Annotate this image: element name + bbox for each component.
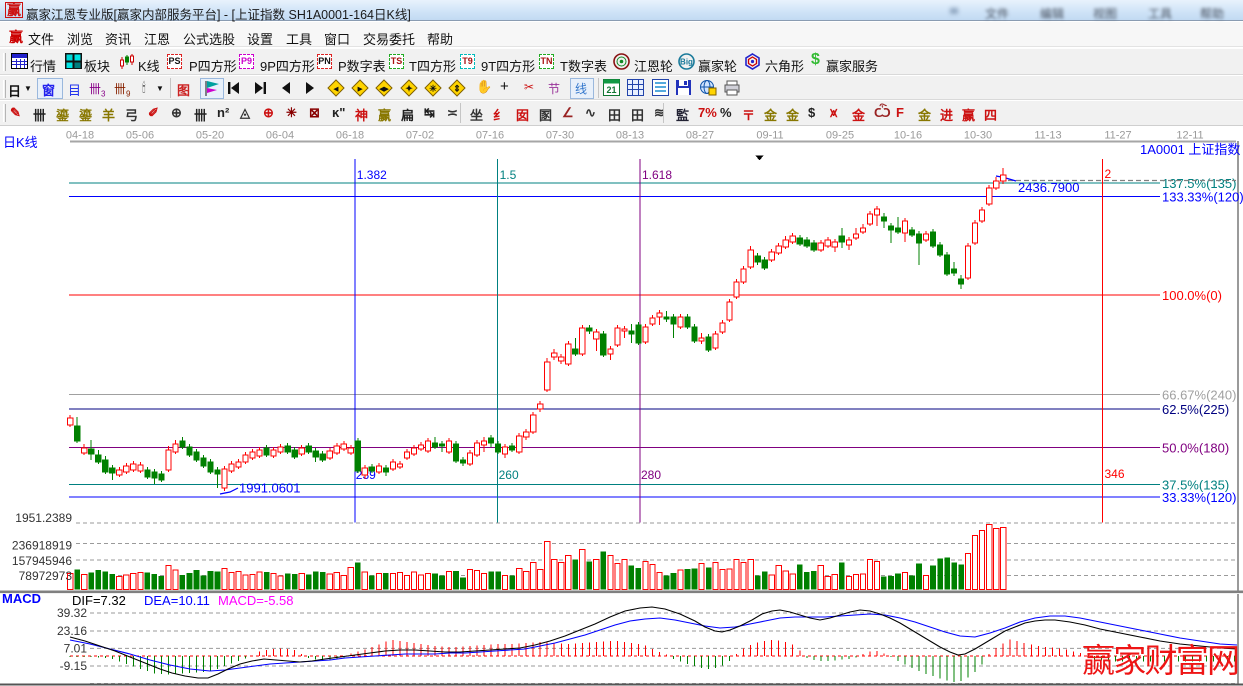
svg-text:1951.2389: 1951.2389	[15, 511, 72, 525]
svg-text:日K线: 日K线	[3, 135, 38, 150]
svg-text:MACD=-5.58: MACD=-5.58	[218, 593, 294, 608]
svg-text:06-18: 06-18	[336, 130, 364, 142]
svg-text:◂▸: ◂▸	[378, 84, 389, 94]
svg-text:100.0%(0): 100.0%(0)	[1162, 288, 1222, 303]
svg-text:07-02: 07-02	[406, 130, 434, 142]
svg-text:10-30: 10-30	[964, 130, 992, 142]
svg-text:05-20: 05-20	[196, 130, 224, 142]
svg-text:2: 2	[1105, 167, 1112, 181]
svg-text:50.0%(180): 50.0%(180)	[1162, 440, 1229, 455]
svg-text:280: 280	[641, 468, 661, 482]
svg-text:11-27: 11-27	[1104, 130, 1131, 142]
svg-text:Big: Big	[680, 58, 693, 67]
svg-text:21: 21	[606, 85, 616, 95]
svg-text:DEA=10.11: DEA=10.11	[144, 593, 210, 608]
svg-text:346: 346	[1105, 467, 1125, 481]
svg-text:06-04: 06-04	[266, 130, 294, 142]
svg-text:09-25: 09-25	[826, 130, 854, 142]
svg-text:12-11: 12-11	[1176, 130, 1203, 142]
svg-text:62.5%(225): 62.5%(225)	[1162, 402, 1229, 417]
svg-text:10-16: 10-16	[894, 130, 922, 142]
svg-text:-9.15: -9.15	[60, 659, 88, 673]
svg-text:236918919: 236918919	[12, 539, 72, 553]
svg-text:09-11: 09-11	[756, 130, 783, 142]
svg-text:✦: ✦	[405, 84, 413, 94]
svg-text:赢家财富网: 赢家财富网	[1082, 642, 1240, 679]
svg-text:157945946: 157945946	[12, 554, 72, 568]
svg-text:⇕: ⇕	[453, 84, 461, 94]
svg-text:07-30: 07-30	[546, 130, 574, 142]
svg-text:7.01: 7.01	[64, 641, 88, 655]
svg-text:1.618: 1.618	[642, 168, 672, 182]
svg-text:133.33%(120): 133.33%(120)	[1162, 189, 1243, 204]
svg-text:07-16: 07-16	[476, 130, 504, 142]
svg-text:66.67%(240): 66.67%(240)	[1162, 388, 1236, 403]
svg-text:78972973: 78972973	[19, 569, 73, 583]
svg-text:1A0001 上证指数: 1A0001 上证指数	[1140, 142, 1240, 157]
svg-text:1991.0601: 1991.0601	[239, 481, 300, 496]
svg-text:2436.7900: 2436.7900	[1018, 180, 1079, 195]
svg-text:✳: ✳	[429, 84, 437, 94]
svg-text:11-13: 11-13	[1034, 130, 1061, 142]
svg-text:39.32: 39.32	[57, 606, 87, 620]
svg-text:04-18: 04-18	[66, 130, 94, 142]
svg-text:08-27: 08-27	[686, 130, 714, 142]
svg-text:◂: ◂	[333, 84, 339, 94]
svg-text:33.33%(120): 33.33%(120)	[1162, 490, 1236, 505]
svg-text:05-06: 05-06	[126, 130, 154, 142]
svg-text:260: 260	[499, 468, 519, 482]
svg-text:MACD: MACD	[2, 591, 41, 606]
svg-text:▸: ▸	[357, 84, 363, 94]
svg-text:08-13: 08-13	[616, 130, 644, 142]
svg-text:1.382: 1.382	[357, 168, 387, 182]
svg-text:1.5: 1.5	[500, 168, 517, 182]
svg-text:23.16: 23.16	[57, 624, 87, 638]
